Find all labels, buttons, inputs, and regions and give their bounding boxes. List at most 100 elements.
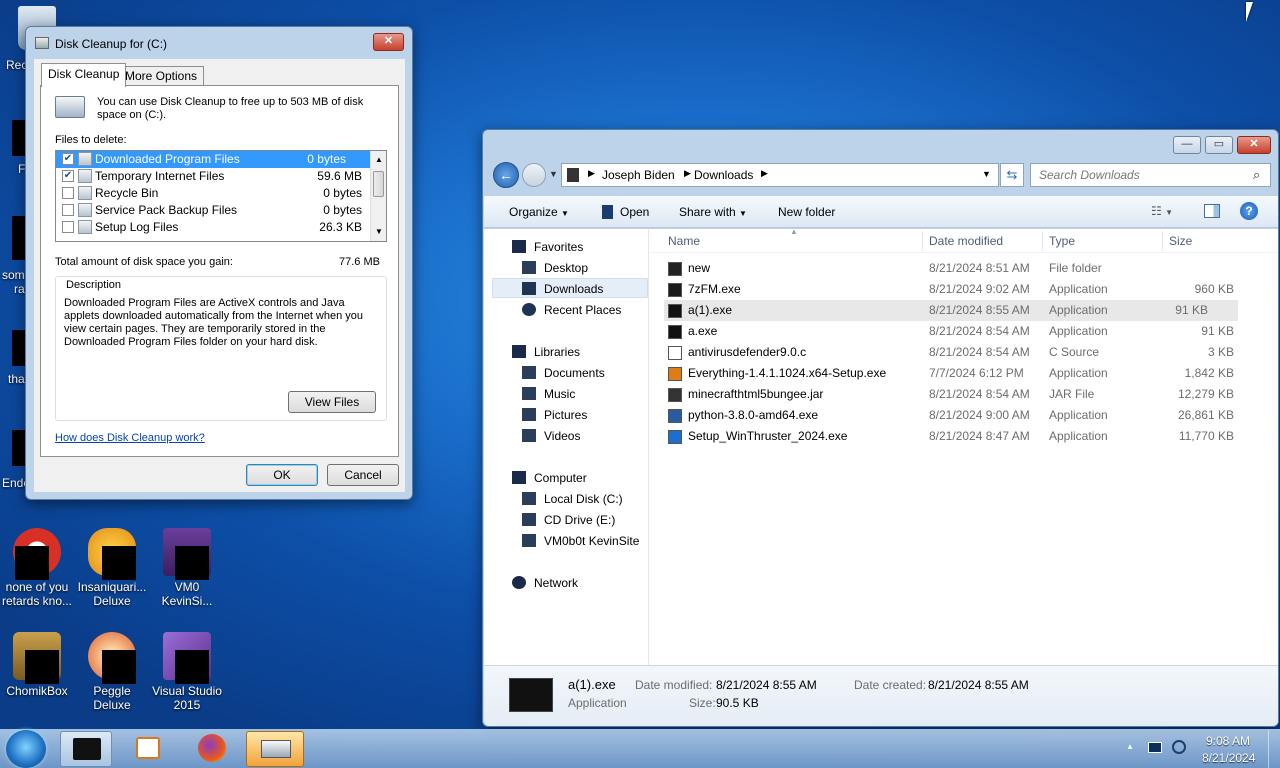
nav-computer[interactable]: Computer (512, 468, 587, 488)
nav-network-drive[interactable]: VM0b0t KevinSite (522, 531, 639, 551)
desktop-icon[interactable]: none of you retards kno... (0, 528, 74, 608)
nav-pictures[interactable]: Pictures (522, 405, 587, 425)
desktop-icon[interactable]: ChomikBox (0, 632, 74, 698)
column-divider[interactable] (1042, 231, 1043, 251)
nav-downloads[interactable]: Downloads (522, 279, 603, 299)
file-checkbox[interactable] (62, 187, 74, 199)
show-desktop-button[interactable] (1268, 730, 1280, 768)
file-row[interactable]: minecrafthtml5bungee.jar 8/21/2024 8:54 A… (650, 384, 1278, 405)
file-row[interactable]: python-3.8.0-amd64.exe 8/21/2024 9:00 AM A… (650, 405, 1278, 426)
file-size: 11,770 KB (1178, 429, 1234, 443)
scroll-down-arrow-icon[interactable]: ▼ (375, 227, 383, 236)
cancel-button[interactable]: Cancel (327, 464, 399, 486)
clock-time[interactable]: 9:08 AM (1206, 734, 1250, 748)
nav-label: Libraries (534, 345, 581, 359)
list-scrollbar[interactable]: ▲ ▼ (370, 151, 386, 241)
file-checkbox[interactable]: ✔ (62, 153, 74, 165)
file-row[interactable]: Setup_WinThruster_2024.exe 8/21/2024 8:47… (650, 426, 1278, 447)
start-button[interactable] (6, 730, 46, 768)
tab-disk-cleanup[interactable]: Disk Cleanup (41, 63, 127, 87)
breadcrumb-downloads[interactable]: Downloads (694, 168, 753, 182)
cd-drive-icon (522, 513, 536, 526)
close-button[interactable]: ✕ (1237, 136, 1271, 154)
search-icon[interactable]: ⌕ (1253, 167, 1260, 183)
file-row[interactable]: a(1).exe 8/21/2024 8:55 AM Application 91 K… (664, 300, 1238, 321)
show-hidden-icons-icon[interactable]: ▲ (1126, 742, 1134, 751)
file-row[interactable]: 7zFM.exe 8/21/2024 9:02 AM Application 960 … (650, 279, 1278, 300)
details-file-name: a(1).exe (568, 677, 616, 692)
volume-tray-icon[interactable] (1172, 740, 1186, 754)
nav-local-disk[interactable]: Local Disk (C:) (522, 489, 623, 509)
nav-label: Documents (544, 366, 605, 380)
desktop-icon[interactable]: Peggle Deluxe (75, 632, 149, 712)
network-tray-icon[interactable] (1148, 742, 1162, 753)
firefox-icon (198, 734, 226, 762)
minimize-button[interactable]: — (1173, 136, 1201, 154)
column-divider[interactable] (1162, 231, 1163, 251)
breadcrumb-user[interactable]: Joseph Biden (602, 168, 675, 182)
file-type: Application (1049, 408, 1108, 422)
file-row[interactable]: new 8/21/2024 8:51 AM File folder (650, 258, 1278, 279)
column-header-type[interactable]: Type (1049, 234, 1075, 248)
forward-button[interactable] (522, 163, 546, 187)
new-folder-button[interactable]: New folder (778, 205, 835, 219)
cleanup-file-row[interactable]: ✔ Temporary Internet Files 59.6 MB (56, 168, 386, 185)
desktop-icon[interactable]: VM0 KevinSi... (150, 528, 224, 608)
column-header-date[interactable]: Date modified (929, 234, 1003, 248)
file-type-icon (78, 220, 92, 234)
ok-button[interactable]: OK (246, 464, 318, 486)
nav-desktop[interactable]: Desktop (522, 258, 588, 278)
nav-cd-drive[interactable]: CD Drive (E:) (522, 510, 615, 530)
nav-music[interactable]: Music (522, 384, 575, 404)
address-dropdown-icon[interactable]: ▼ (982, 169, 991, 179)
share-with-button[interactable]: Share with ▼ (679, 205, 747, 219)
cleanup-file-row[interactable]: Service Pack Backup Files 0 bytes (56, 202, 386, 219)
address-bar[interactable]: ▶ Joseph Biden ▶ Downloads ▶ ▼ (561, 163, 999, 187)
file-row[interactable]: antivirusdefender9.0.c 8/21/2024 8:54 AM C… (650, 342, 1278, 363)
search-input[interactable]: Search Downloads ⌕ (1030, 163, 1271, 187)
nav-documents[interactable]: Documents (522, 363, 605, 383)
column-header-size[interactable]: Size (1169, 234, 1192, 248)
network-drive-icon (522, 534, 536, 547)
tab-more-options[interactable]: More Options (118, 66, 205, 85)
nav-label: Recent Places (544, 303, 622, 317)
preview-pane-icon[interactable] (1204, 204, 1220, 218)
file-checkbox[interactable]: ✔ (62, 170, 74, 182)
column-divider[interactable] (922, 231, 923, 251)
view-options-icon[interactable]: ☷ ▼ (1151, 204, 1173, 218)
refresh-button[interactable]: ⇆ (1000, 163, 1024, 187)
cleanup-file-row[interactable]: Setup Log Files 26.3 KB (56, 219, 386, 236)
cleanup-file-row[interactable]: ✔ Downloaded Program Files 0 bytes (56, 151, 370, 168)
file-checkbox[interactable] (62, 221, 74, 233)
column-header-name[interactable]: Name (668, 234, 700, 248)
taskbar-firefox-button[interactable] (186, 731, 238, 767)
back-button[interactable]: ← (493, 162, 519, 188)
scroll-thumb[interactable] (373, 171, 384, 197)
desktop-icon[interactable]: Visual Studio 2015 (150, 632, 224, 712)
clock-date[interactable]: 8/21/2024 (1202, 751, 1255, 765)
file-checkbox[interactable] (62, 204, 74, 216)
file-row[interactable]: Everything-1.4.1.1024.x64-Setup.exe 7/7/2… (650, 363, 1278, 384)
help-icon[interactable]: ? (1240, 202, 1258, 220)
nav-favorites[interactable]: Favorites (512, 237, 583, 257)
title-bar[interactable]: Disk Cleanup for (C:) ✕ (26, 27, 412, 57)
taskbar-explorer-button[interactable] (60, 731, 112, 767)
view-files-button[interactable]: View Files (288, 391, 376, 413)
open-button[interactable]: Open (602, 205, 649, 219)
scroll-up-arrow-icon[interactable]: ▲ (375, 155, 383, 164)
history-dropdown-icon[interactable]: ▼ (549, 169, 558, 179)
taskbar-media-player-button[interactable] (122, 731, 174, 767)
taskbar-disk-cleanup-button[interactable] (246, 731, 304, 767)
nav-videos[interactable]: Videos (522, 426, 580, 446)
help-link[interactable]: How does Disk Cleanup work? (55, 432, 205, 444)
file-row[interactable]: a.exe 8/21/2024 8:54 AM Application 91 KB (650, 321, 1278, 342)
close-button[interactable]: ✕ (373, 33, 404, 51)
nav-libraries[interactable]: Libraries (512, 342, 580, 362)
maximize-button[interactable]: ▭ (1205, 136, 1233, 154)
nav-network[interactable]: Network (512, 573, 578, 593)
nav-recent-places[interactable]: Recent Places (522, 300, 621, 320)
file-name: new (688, 261, 711, 275)
cleanup-file-row[interactable]: Recycle Bin 0 bytes (56, 185, 386, 202)
desktop-icon[interactable]: Insaniquari... Deluxe (75, 528, 149, 608)
organize-button[interactable]: Organize ▼ (509, 205, 569, 219)
